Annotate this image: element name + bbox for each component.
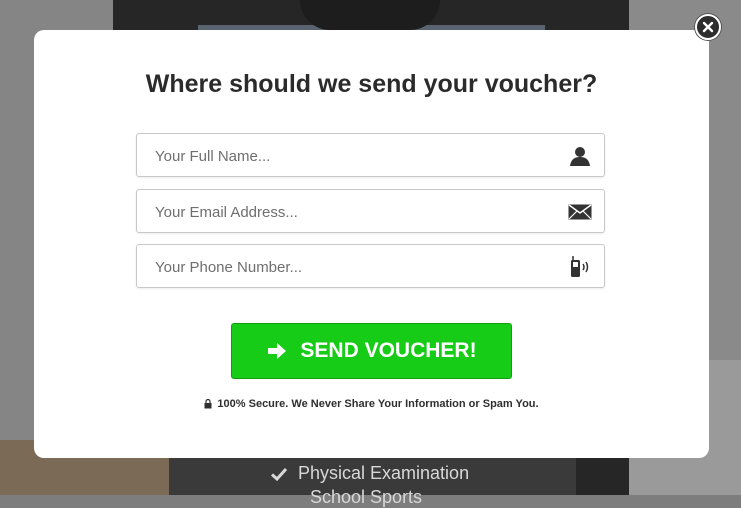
- background-list-item-label: School Sports: [310, 487, 423, 507]
- modal-title: Where should we send your voucher?: [145, 70, 598, 98]
- arrow-right-icon: [268, 343, 287, 359]
- close-button[interactable]: [695, 14, 721, 40]
- email-field[interactable]: [136, 189, 605, 234]
- check-icon: [270, 467, 288, 481]
- lock-icon: [204, 399, 212, 409]
- send-voucher-label: SEND VOUCHER!: [300, 339, 477, 362]
- security-note-text: 100% Secure. We Never Share Your Informa…: [217, 398, 539, 410]
- phone-input[interactable]: [153, 245, 557, 289]
- full-name-input[interactable]: [153, 134, 557, 178]
- mobile-phone-icon: [568, 256, 592, 278]
- full-name-field[interactable]: [136, 133, 605, 178]
- security-note: 100% Secure. We Never Share Your Informa…: [34, 398, 709, 410]
- close-icon: [702, 21, 714, 33]
- email-input[interactable]: [153, 190, 557, 234]
- background-list-item-label: Physical Examination: [298, 463, 470, 483]
- user-icon: [568, 145, 592, 167]
- background-list-item: Physical Examination: [270, 463, 469, 484]
- phone-field[interactable]: [136, 244, 605, 289]
- envelope-icon: [568, 201, 592, 223]
- background-list-item: School Sports: [310, 487, 422, 508]
- voucher-modal: Where should we send your voucher? Your …: [34, 30, 709, 458]
- send-voucher-button[interactable]: SEND VOUCHER!: [231, 323, 512, 379]
- background-person: [300, 0, 440, 30]
